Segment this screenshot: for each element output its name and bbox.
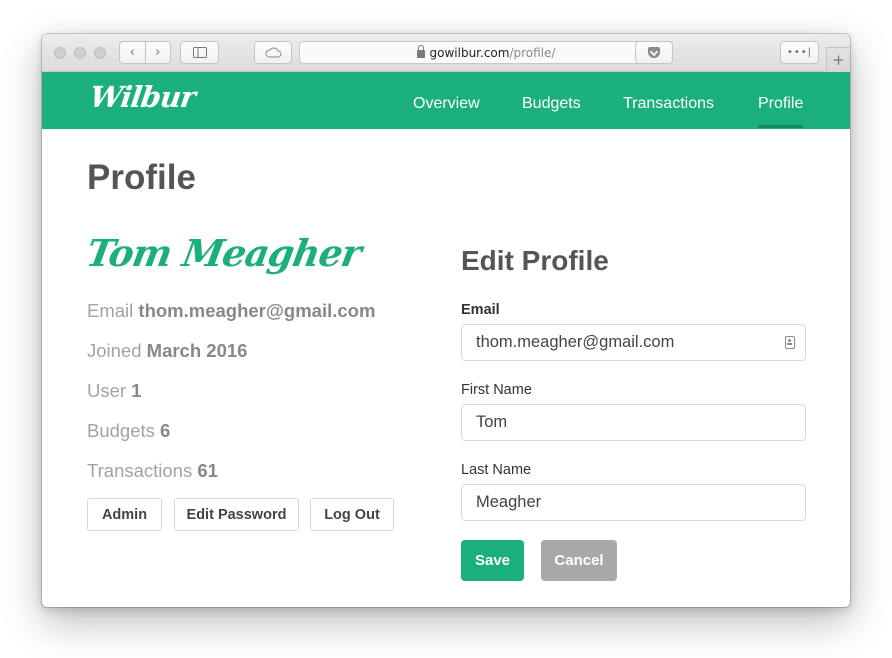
stat-value: March 2016 [146, 340, 248, 361]
contact-card-icon[interactable] [785, 336, 795, 349]
stat-transactions: Transactions 61 [87, 460, 218, 482]
stat-value: 61 [197, 460, 218, 481]
stat-label: User [87, 380, 127, 401]
back-icon[interactable]: ‹ [120, 42, 146, 63]
stat-email: Email thom.meagher@gmail.com [87, 300, 375, 322]
stat-value: 6 [160, 420, 171, 441]
minimize-window-icon[interactable] [74, 47, 86, 59]
edit-password-button[interactable]: Edit Password [174, 498, 299, 531]
stat-joined: Joined March 2016 [87, 340, 247, 362]
page-title: Profile [87, 158, 196, 197]
last-name-label: Last Name [461, 462, 532, 478]
icloud-tabs-button[interactable] [254, 41, 292, 64]
cancel-button[interactable]: Cancel [541, 540, 617, 581]
email-field[interactable] [461, 324, 806, 361]
sidebar-icon [192, 47, 207, 58]
new-tab-button[interactable]: + [826, 47, 850, 72]
stat-value: 1 [131, 380, 142, 401]
forward-icon[interactable]: › [146, 42, 171, 63]
cloud-icon [265, 47, 281, 58]
edit-profile-title: Edit Profile [461, 245, 609, 276]
stat-user: User 1 [87, 380, 142, 402]
first-name-field[interactable] [461, 404, 806, 441]
stat-label: Email [87, 300, 134, 321]
nav-overview[interactable]: Overview [413, 95, 480, 113]
more-button[interactable]: •••| [780, 41, 819, 64]
user-name: Tom Meagher [83, 231, 365, 275]
pocket-button[interactable] [635, 41, 673, 64]
last-name-field[interactable] [461, 484, 806, 521]
nav-transactions[interactable]: Transactions [623, 95, 714, 113]
nav-budgets[interactable]: Budgets [522, 95, 581, 113]
save-button[interactable]: Save [461, 540, 524, 581]
stat-value: thom.meagher@gmail.com [138, 300, 376, 321]
url-host: gowilbur.com [429, 45, 510, 60]
url-path: /profile/ [509, 45, 556, 60]
wilbur-logo[interactable]: Wilbur [88, 80, 198, 114]
app-navbar: Wilbur Overview Budgets Transactions Pro… [42, 72, 850, 129]
history-nav: ‹ › [119, 41, 171, 64]
email-label: Email [461, 302, 500, 318]
more-icon: •••| [786, 47, 813, 58]
pocket-icon [648, 47, 660, 58]
nav-profile[interactable]: Profile [758, 95, 804, 128]
stat-label: Joined [87, 340, 142, 361]
browser-toolbar: ‹ › gowilbur.com/profile/ ↻ •••| + [42, 34, 850, 72]
new-tab-icon: + [832, 51, 845, 69]
admin-button[interactable]: Admin [87, 498, 162, 531]
zoom-window-icon[interactable] [94, 47, 106, 59]
lock-icon [416, 44, 425, 58]
stat-budgets: Budgets 6 [87, 420, 170, 442]
address-bar[interactable]: gowilbur.com/profile/ ↻ [299, 41, 673, 64]
sidebar-toggle-button[interactable] [180, 41, 219, 64]
stat-label: Transactions [87, 460, 193, 481]
close-window-icon[interactable] [54, 47, 66, 59]
stat-label: Budgets [87, 420, 155, 441]
log-out-button[interactable]: Log Out [310, 498, 394, 531]
first-name-label: First Name [461, 382, 532, 398]
browser-window: ‹ › gowilbur.com/profile/ ↻ •••| + [42, 34, 850, 607]
